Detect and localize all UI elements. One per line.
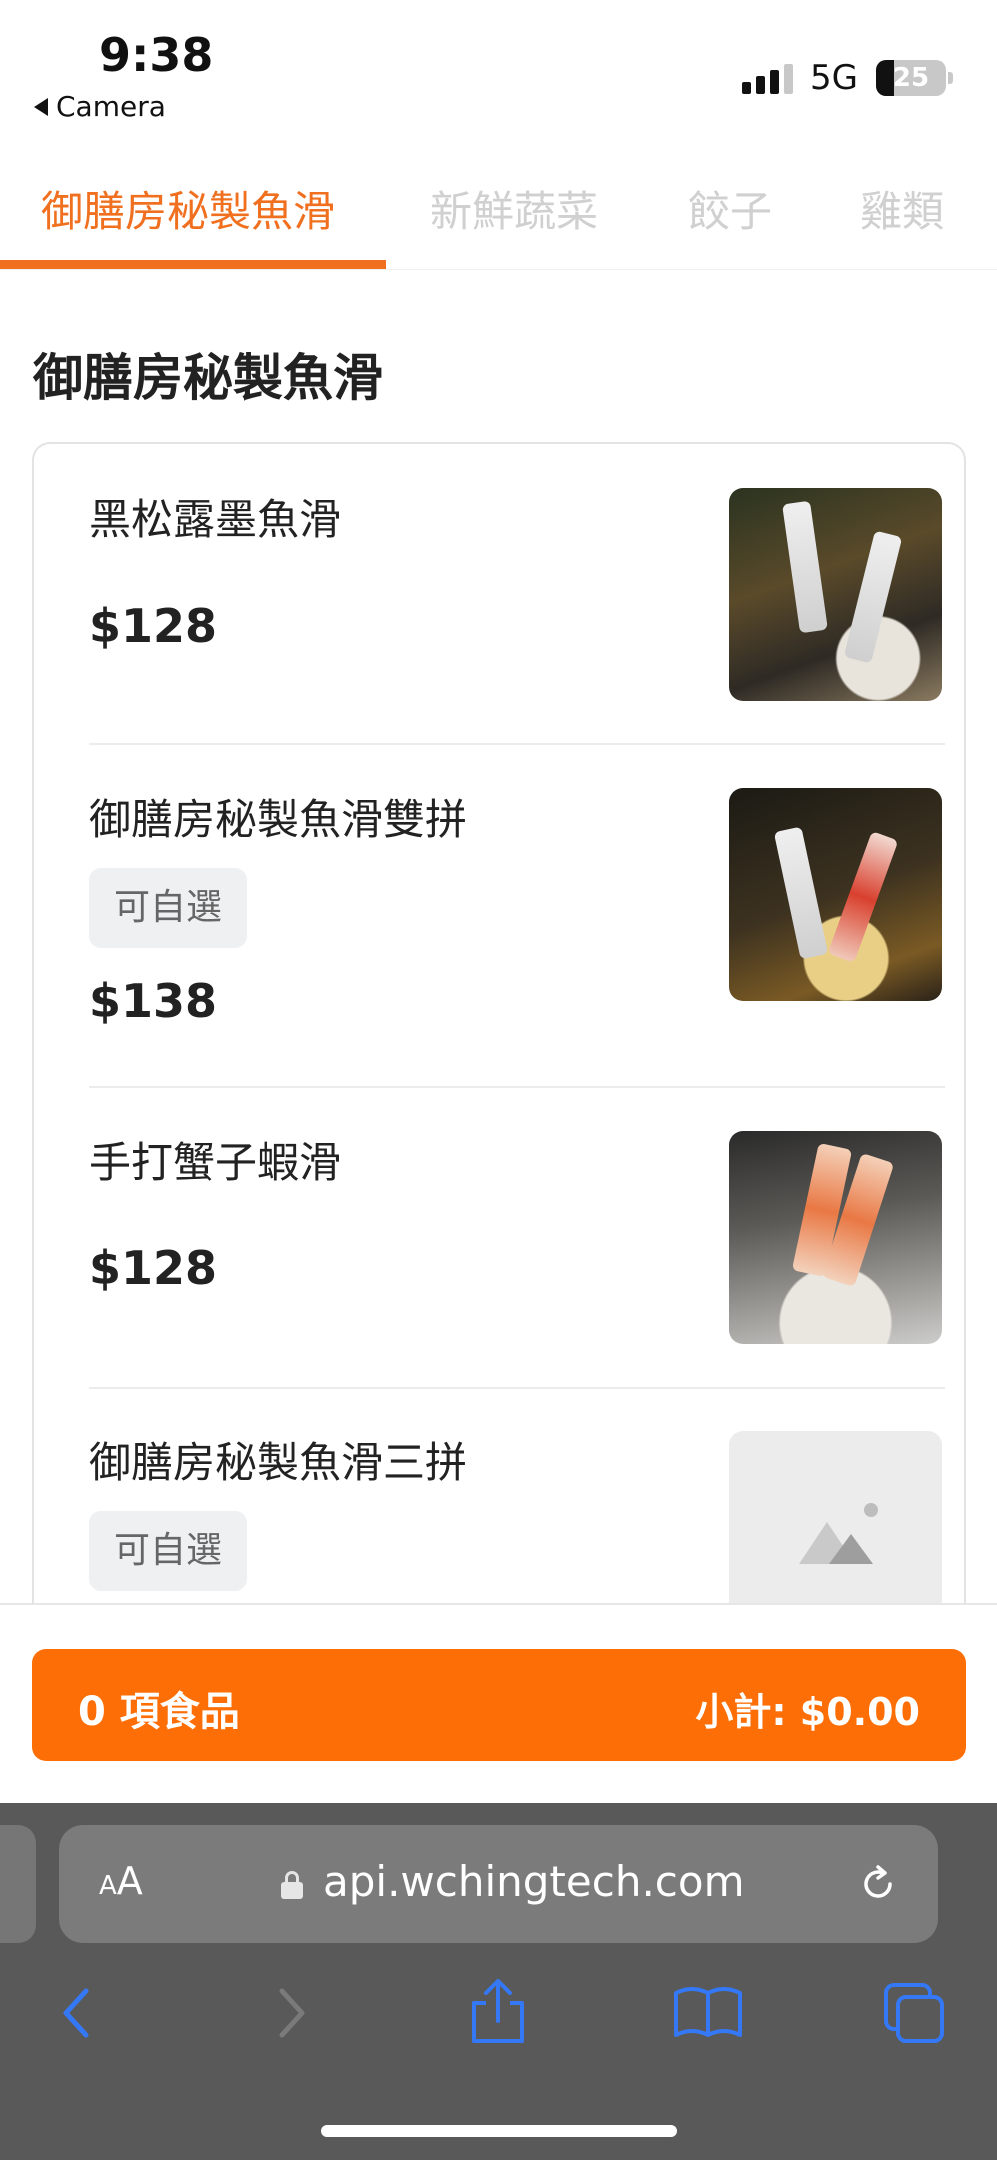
menu-item[interactable]: 御膳房秘製魚滑雙拼 可自選 $138: [89, 786, 945, 1044]
item-name: 黑松露墨魚滑: [89, 495, 342, 544]
bookmarks-icon[interactable]: [668, 1973, 748, 2053]
item-name: 御膳房秘製魚滑雙拼: [89, 795, 468, 844]
battery-icon: 25: [876, 60, 946, 96]
battery-percent: 25: [892, 63, 930, 93]
address-bar[interactable]: AA api.wchingtech.com: [59, 1825, 938, 1943]
browser-nav-row: [0, 1953, 997, 2073]
forward-icon[interactable]: [250, 1973, 330, 2053]
item-name: 御膳房秘製魚滑三拼: [89, 1438, 468, 1487]
status-bar: 9:38 Camera 5G 25: [0, 0, 997, 140]
cart-bar: 0 項食品 小計: $0.00: [0, 1603, 997, 1803]
item-price: $128: [89, 1241, 218, 1295]
customizable-badge: 可自選: [89, 1511, 247, 1591]
item-divider: [89, 1387, 945, 1389]
back-icon[interactable]: [38, 1973, 118, 2053]
status-time: 9:38: [99, 28, 214, 82]
item-price: $128: [89, 599, 218, 653]
cart-item-count: 0 項食品: [78, 1689, 240, 1735]
item-photo: [729, 488, 942, 701]
active-tab-indicator: [0, 260, 386, 269]
tab-dumplings[interactable]: 餃子: [688, 178, 772, 239]
tab-fish-paste[interactable]: 御膳房秘製魚滑: [41, 178, 335, 239]
previous-tab-preview[interactable]: [0, 1825, 36, 1943]
menu-item-list: 黑松露墨魚滑 $128 御膳房秘製魚滑雙拼 可自選 $138 手打蟹子蝦滑 $1…: [32, 442, 966, 1642]
network-type: 5G: [810, 58, 858, 98]
item-photo: [729, 1131, 942, 1344]
category-tabs: 御膳房秘製魚滑 新鮮蔬菜 餃子 雞類: [0, 160, 997, 270]
back-triangle-icon: [34, 97, 48, 116]
menu-item[interactable]: 手打蟹子蝦滑 $128: [89, 1129, 945, 1344]
tabs-icon[interactable]: [876, 1973, 956, 2053]
back-to-camera-link[interactable]: Camera: [34, 90, 166, 123]
menu-item[interactable]: 黑松露墨魚滑 $128: [89, 486, 945, 701]
reader-settings-button[interactable]: AA: [99, 1859, 143, 1903]
browser-toolbar: AA api.wchingtech.com: [0, 1803, 997, 2160]
item-divider: [89, 1086, 945, 1088]
cellular-signal-icon: [742, 64, 793, 94]
share-icon[interactable]: [458, 1973, 538, 2053]
home-indicator: [321, 2125, 677, 2137]
item-photo: [729, 788, 942, 1001]
cart-subtotal: 小計: $0.00: [695, 1690, 920, 1734]
tab-chicken[interactable]: 雞類: [860, 178, 944, 239]
item-price: $138: [89, 974, 218, 1028]
reload-icon[interactable]: [857, 1863, 899, 1905]
lock-icon: [281, 1871, 303, 1899]
url-text: api.wchingtech.com: [323, 1857, 745, 1906]
customizable-badge: 可自選: [89, 868, 247, 948]
section-title: 御膳房秘製魚滑: [33, 349, 383, 407]
back-to-camera-label: Camera: [56, 90, 166, 123]
battery-cap: [948, 72, 953, 84]
view-cart-button[interactable]: 0 項食品 小計: $0.00: [32, 1649, 966, 1761]
item-divider: [89, 743, 945, 745]
tab-vegetables[interactable]: 新鮮蔬菜: [430, 178, 598, 239]
item-name: 手打蟹子蝦滑: [89, 1138, 342, 1187]
